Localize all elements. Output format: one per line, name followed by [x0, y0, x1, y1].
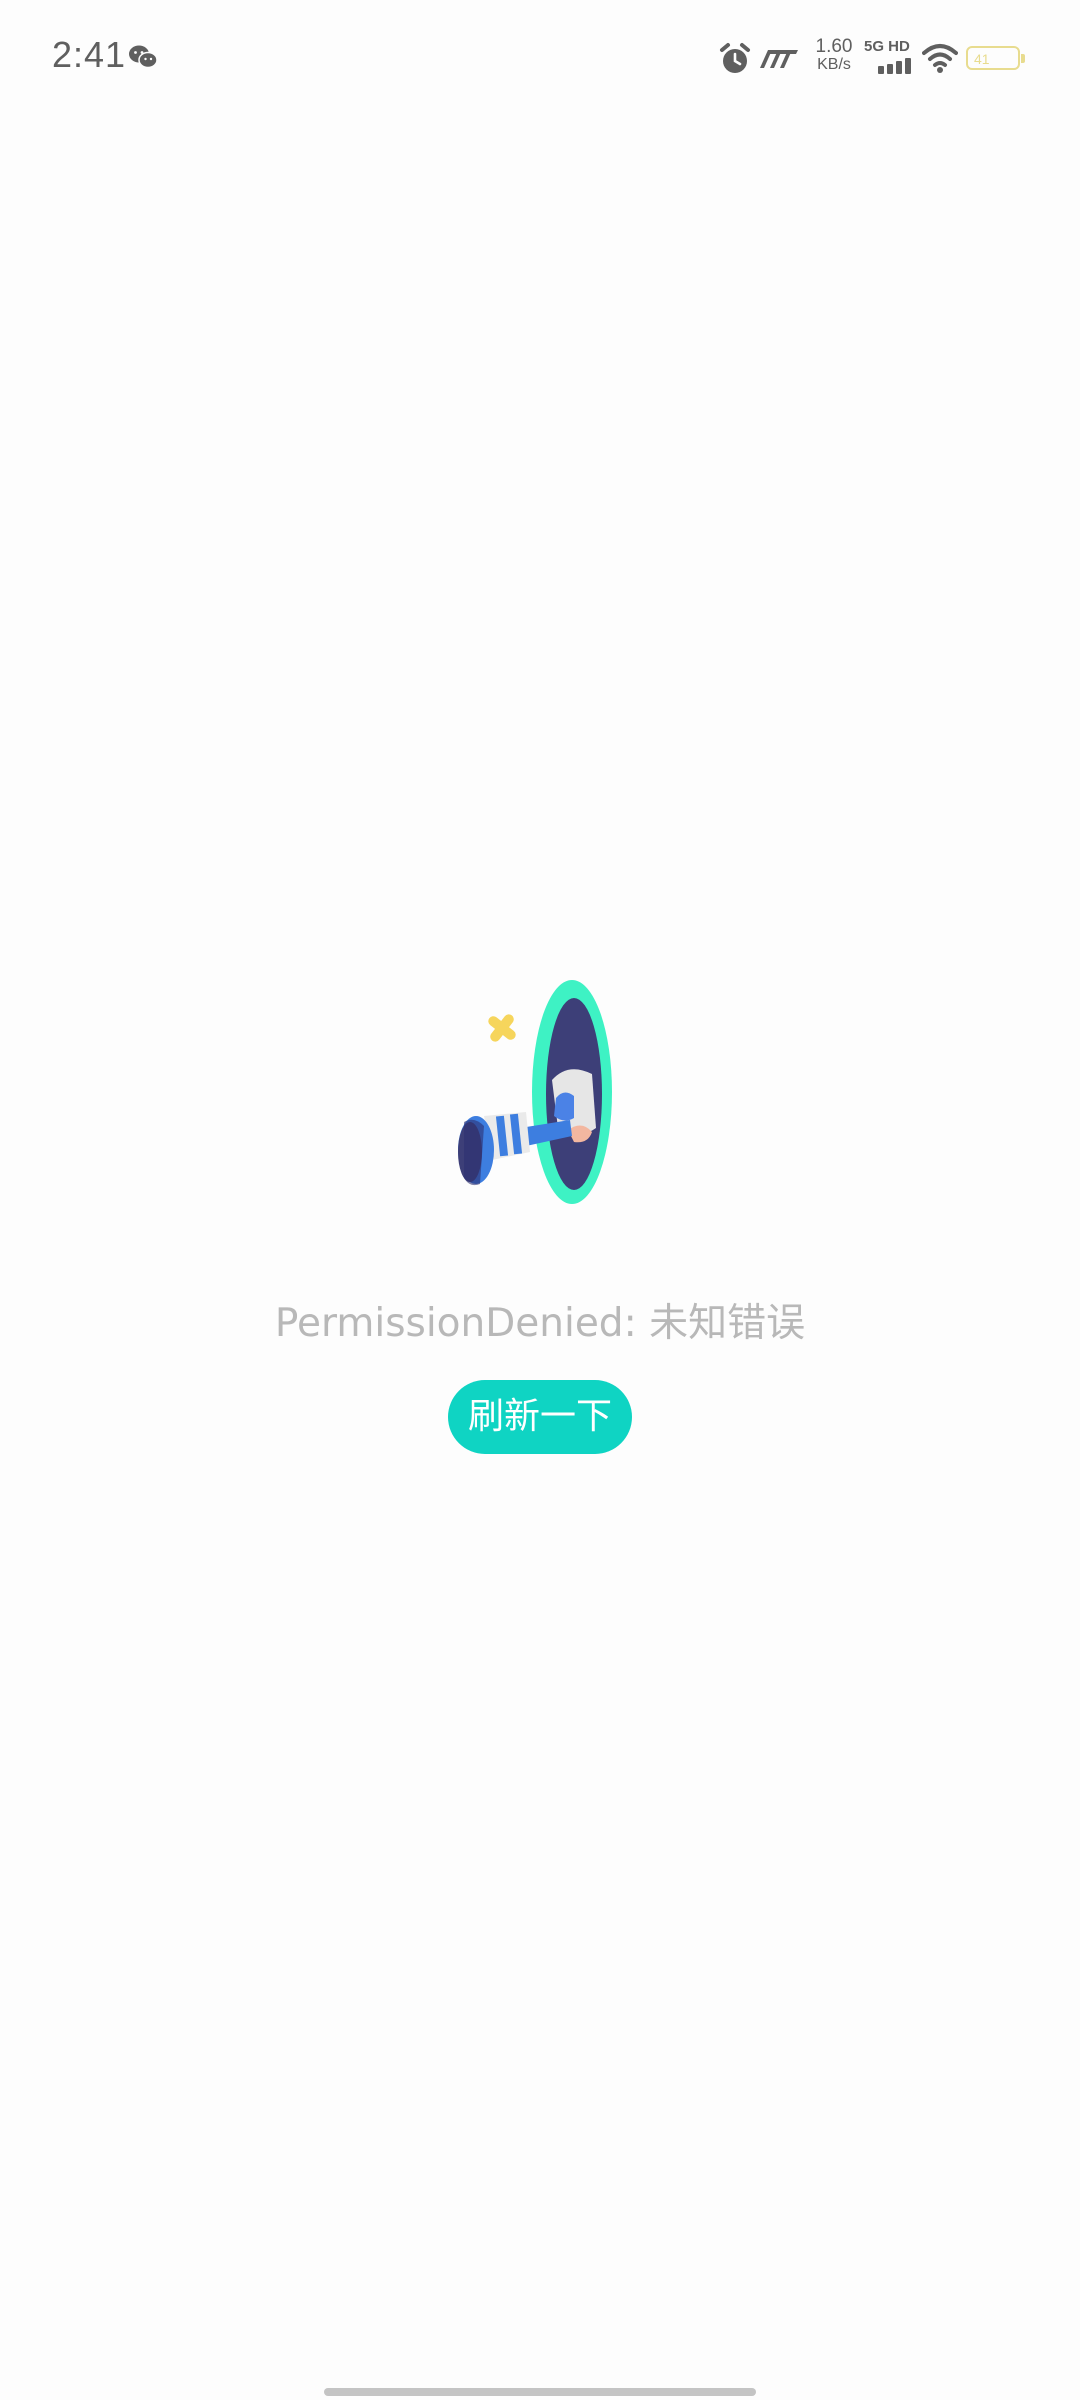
signal-indicator: 5G HD — [864, 38, 916, 78]
battery-level: 41 — [974, 51, 990, 67]
network-speed-unit: KB/s — [817, 56, 851, 73]
screen: 2:41 1.60 KB/s 5G HD 41 PermissionDenied… — [0, 0, 1080, 2400]
signal-icon — [878, 58, 911, 74]
moto-icon — [760, 50, 798, 68]
portal-illustration — [458, 980, 612, 1204]
alarm-icon — [720, 43, 750, 73]
status-clock: 2:41 — [52, 34, 127, 75]
battery-icon: 41 — [966, 46, 1026, 72]
error-message: PermissionDenied: 未知错误 — [274, 1301, 806, 1346]
wifi-icon — [922, 44, 958, 73]
battery-tip — [1021, 54, 1025, 63]
home-indicator[interactable] — [324, 2388, 756, 2396]
network-speed-value: 1.60 — [815, 36, 853, 57]
signal-label: 5G HD — [864, 38, 910, 55]
wechat-icon — [129, 45, 158, 69]
status-bar: 2:41 1.60 KB/s 5G HD 41 — [0, 0, 1080, 120]
sparkle-icon — [488, 1014, 516, 1042]
refresh-button[interactable]: 刷新一下 — [448, 1380, 632, 1454]
battery-body: 41 — [966, 46, 1020, 70]
network-speed: 1.60 KB/s — [808, 36, 860, 74]
